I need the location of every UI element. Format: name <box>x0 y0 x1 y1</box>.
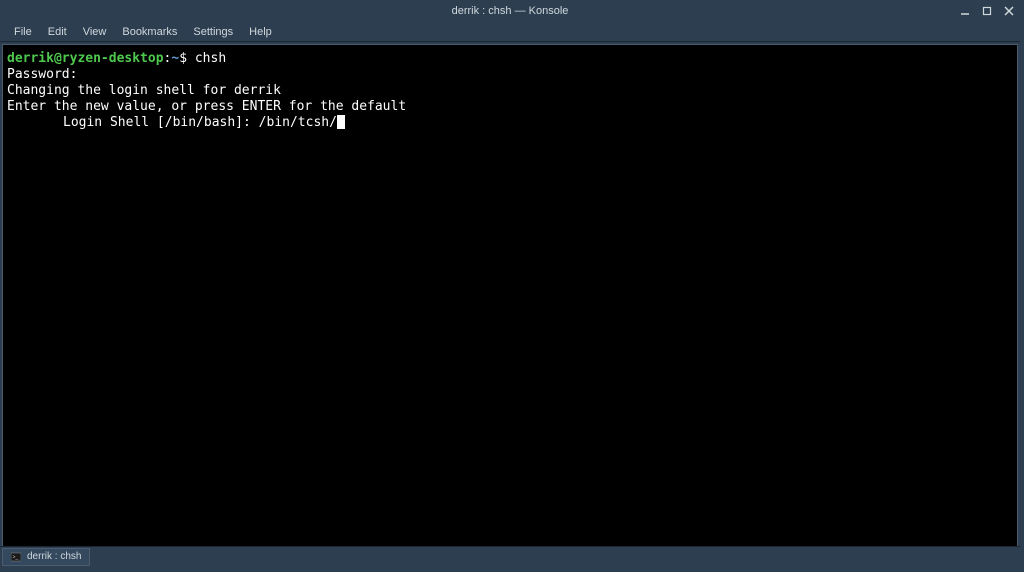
close-button[interactable] <box>1002 4 1016 18</box>
minimize-icon <box>960 6 970 16</box>
prompt-symbol: $ <box>179 51 187 66</box>
app-window: derrik : chsh — Konsole File Edit View B… <box>0 0 1020 566</box>
maximize-icon <box>982 6 992 16</box>
output-changing: Changing the login shell for derrik <box>7 83 1013 99</box>
command: chsh <box>195 51 226 66</box>
menu-help[interactable]: Help <box>241 24 280 40</box>
window-title: derrik : chsh — Konsole <box>452 5 569 17</box>
taskbar: >_ derrik : chsh <box>0 546 1020 566</box>
titlebar[interactable]: derrik : chsh — Konsole <box>0 0 1020 22</box>
terminal-container: derrik@ryzen-desktop:~$ chsh Password: C… <box>0 42 1020 566</box>
output-enter-value: Enter the new value, or press ENTER for … <box>7 99 1013 115</box>
command-text <box>187 51 195 66</box>
terminal[interactable]: derrik@ryzen-desktop:~$ chsh Password: C… <box>2 44 1018 564</box>
taskbar-item-konsole[interactable]: >_ derrik : chsh <box>2 548 90 566</box>
menu-file[interactable]: File <box>6 24 40 40</box>
menu-edit[interactable]: Edit <box>40 24 75 40</box>
login-shell-indent <box>7 115 63 130</box>
maximize-button[interactable] <box>980 4 994 18</box>
menu-view[interactable]: View <box>75 24 115 40</box>
window-controls <box>958 0 1016 22</box>
menu-settings[interactable]: Settings <box>185 24 241 40</box>
prompt-user-host: derrik@ryzen-desktop <box>7 51 164 66</box>
terminal-icon: >_ <box>11 552 21 562</box>
output-password: Password: <box>7 67 1013 83</box>
cursor-icon <box>337 115 345 129</box>
prompt-line: derrik@ryzen-desktop:~$ chsh <box>7 51 1013 67</box>
minimize-button[interactable] <box>958 4 972 18</box>
menubar: File Edit View Bookmarks Settings Help <box>0 22 1020 42</box>
close-icon <box>1004 6 1014 16</box>
svg-text:>_: >_ <box>13 554 19 560</box>
menu-bookmarks[interactable]: Bookmarks <box>114 24 185 40</box>
login-shell-input: /bin/tcsh/ <box>259 115 337 130</box>
taskbar-item-label: derrik : chsh <box>27 551 81 562</box>
output-login-shell: Login Shell [/bin/bash]: /bin/tcsh/ <box>7 115 1013 131</box>
login-shell-label: Login Shell [/bin/bash]: <box>63 115 259 130</box>
